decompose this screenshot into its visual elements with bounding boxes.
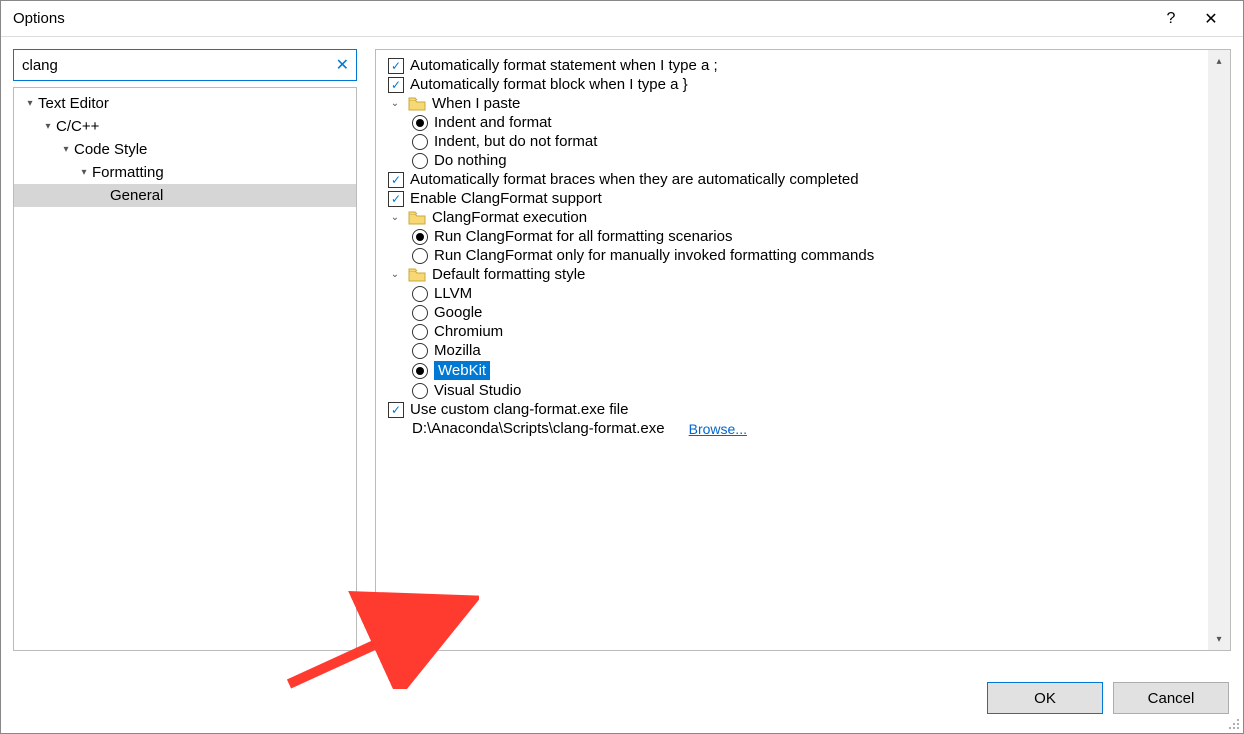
chevron-down-icon: ▾ <box>24 98 36 109</box>
tree-item-formatting[interactable]: ▾Formatting <box>14 161 356 184</box>
group-clangformat-execution[interactable]: ⌄ ClangFormat execution <box>382 208 1204 227</box>
option-style-llvm[interactable]: LLVM <box>382 284 1204 303</box>
option-style-vs[interactable]: Visual Studio <box>382 381 1204 400</box>
search-wrap: ✕ <box>13 49 357 81</box>
titlebar: Options ? ✕ <box>1 1 1243 37</box>
custom-path-row: D:\Anaconda\Scripts\clang-format.exe Bro… <box>382 419 1204 438</box>
tree-item-c-cpp[interactable]: ▾C/C++ <box>14 115 356 138</box>
radio-icon[interactable] <box>412 248 428 264</box>
options-list: Automatically format statement when I ty… <box>376 50 1208 650</box>
custom-path-value: D:\Anaconda\Scripts\clang-format.exe <box>412 420 665 437</box>
search-input[interactable] <box>13 49 357 81</box>
checkbox-icon[interactable] <box>388 191 404 207</box>
radio-icon[interactable] <box>412 343 428 359</box>
tree-item-text-editor[interactable]: ▾Text Editor <box>14 92 356 115</box>
radio-icon[interactable] <box>412 383 428 399</box>
chevron-down-icon: ▾ <box>60 144 72 155</box>
tree-item-general[interactable]: General <box>14 184 356 207</box>
option-clang-exec-all[interactable]: Run ClangFormat for all formatting scena… <box>382 227 1204 246</box>
radio-icon[interactable] <box>412 134 428 150</box>
left-panel: ✕ ▾Text Editor ▾C/C++ ▾Code Style ▾Forma… <box>13 49 357 651</box>
radio-icon[interactable] <box>412 305 428 321</box>
option-auto-format-statement[interactable]: Automatically format statement when I ty… <box>382 56 1204 75</box>
radio-icon[interactable] <box>412 324 428 340</box>
chevron-down-icon[interactable]: ⌄ <box>388 269 402 280</box>
window-title: Options <box>13 10 1151 27</box>
close-button[interactable]: ✕ <box>1191 9 1231 29</box>
resize-grip-icon[interactable] <box>1227 717 1241 731</box>
dialog-footer: OK Cancel <box>1 663 1243 733</box>
checkbox-icon[interactable] <box>388 77 404 93</box>
chevron-down-icon: ▾ <box>78 167 90 178</box>
nav-tree[interactable]: ▾Text Editor ▾C/C++ ▾Code Style ▾Formatt… <box>13 87 357 651</box>
option-style-google[interactable]: Google <box>382 303 1204 322</box>
help-button[interactable]: ? <box>1151 10 1191 28</box>
option-style-webkit[interactable]: WebKit <box>382 360 1204 381</box>
scroll-down-icon[interactable]: ▾ <box>1208 628 1230 650</box>
options-panel: Automatically format statement when I ty… <box>375 49 1231 651</box>
option-use-custom-clang[interactable]: Use custom clang-format.exe file <box>382 400 1204 419</box>
clear-search-icon[interactable]: ✕ <box>336 55 349 75</box>
cancel-button[interactable]: Cancel <box>1113 682 1229 714</box>
checkbox-icon[interactable] <box>388 58 404 74</box>
option-clang-exec-manual[interactable]: Run ClangFormat only for manually invoke… <box>382 246 1204 265</box>
tree-item-code-style[interactable]: ▾Code Style <box>14 138 356 161</box>
folder-icon <box>408 97 426 111</box>
option-paste-nothing[interactable]: Do nothing <box>382 151 1204 170</box>
content-area: ✕ ▾Text Editor ▾C/C++ ▾Code Style ▾Forma… <box>1 37 1243 663</box>
folder-icon <box>408 268 426 282</box>
group-when-paste[interactable]: ⌄ When I paste <box>382 94 1204 113</box>
radio-icon[interactable] <box>412 363 428 379</box>
radio-icon[interactable] <box>412 153 428 169</box>
chevron-down-icon[interactable]: ⌄ <box>388 212 402 223</box>
radio-icon[interactable] <box>412 229 428 245</box>
option-auto-format-braces[interactable]: Automatically format braces when they ar… <box>382 170 1204 189</box>
scroll-up-icon[interactable]: ▴ <box>1208 50 1230 72</box>
option-paste-indent-format[interactable]: Indent and format <box>382 113 1204 132</box>
option-auto-format-block[interactable]: Automatically format block when I type a… <box>382 75 1204 94</box>
chevron-down-icon[interactable]: ⌄ <box>388 98 402 109</box>
ok-button[interactable]: OK <box>987 682 1103 714</box>
option-paste-indent-only[interactable]: Indent, but do not format <box>382 132 1204 151</box>
folder-icon <box>408 211 426 225</box>
radio-icon[interactable] <box>412 286 428 302</box>
chevron-down-icon: ▾ <box>42 121 54 132</box>
checkbox-icon[interactable] <box>388 402 404 418</box>
group-default-style[interactable]: ⌄ Default formatting style <box>382 265 1204 284</box>
option-style-mozilla[interactable]: Mozilla <box>382 341 1204 360</box>
option-style-chromium[interactable]: Chromium <box>382 322 1204 341</box>
option-enable-clangformat[interactable]: Enable ClangFormat support <box>382 189 1204 208</box>
checkbox-icon[interactable] <box>388 172 404 188</box>
browse-link[interactable]: Browse... <box>689 421 747 437</box>
radio-icon[interactable] <box>412 115 428 131</box>
vertical-scrollbar[interactable]: ▴ ▾ <box>1208 50 1230 650</box>
